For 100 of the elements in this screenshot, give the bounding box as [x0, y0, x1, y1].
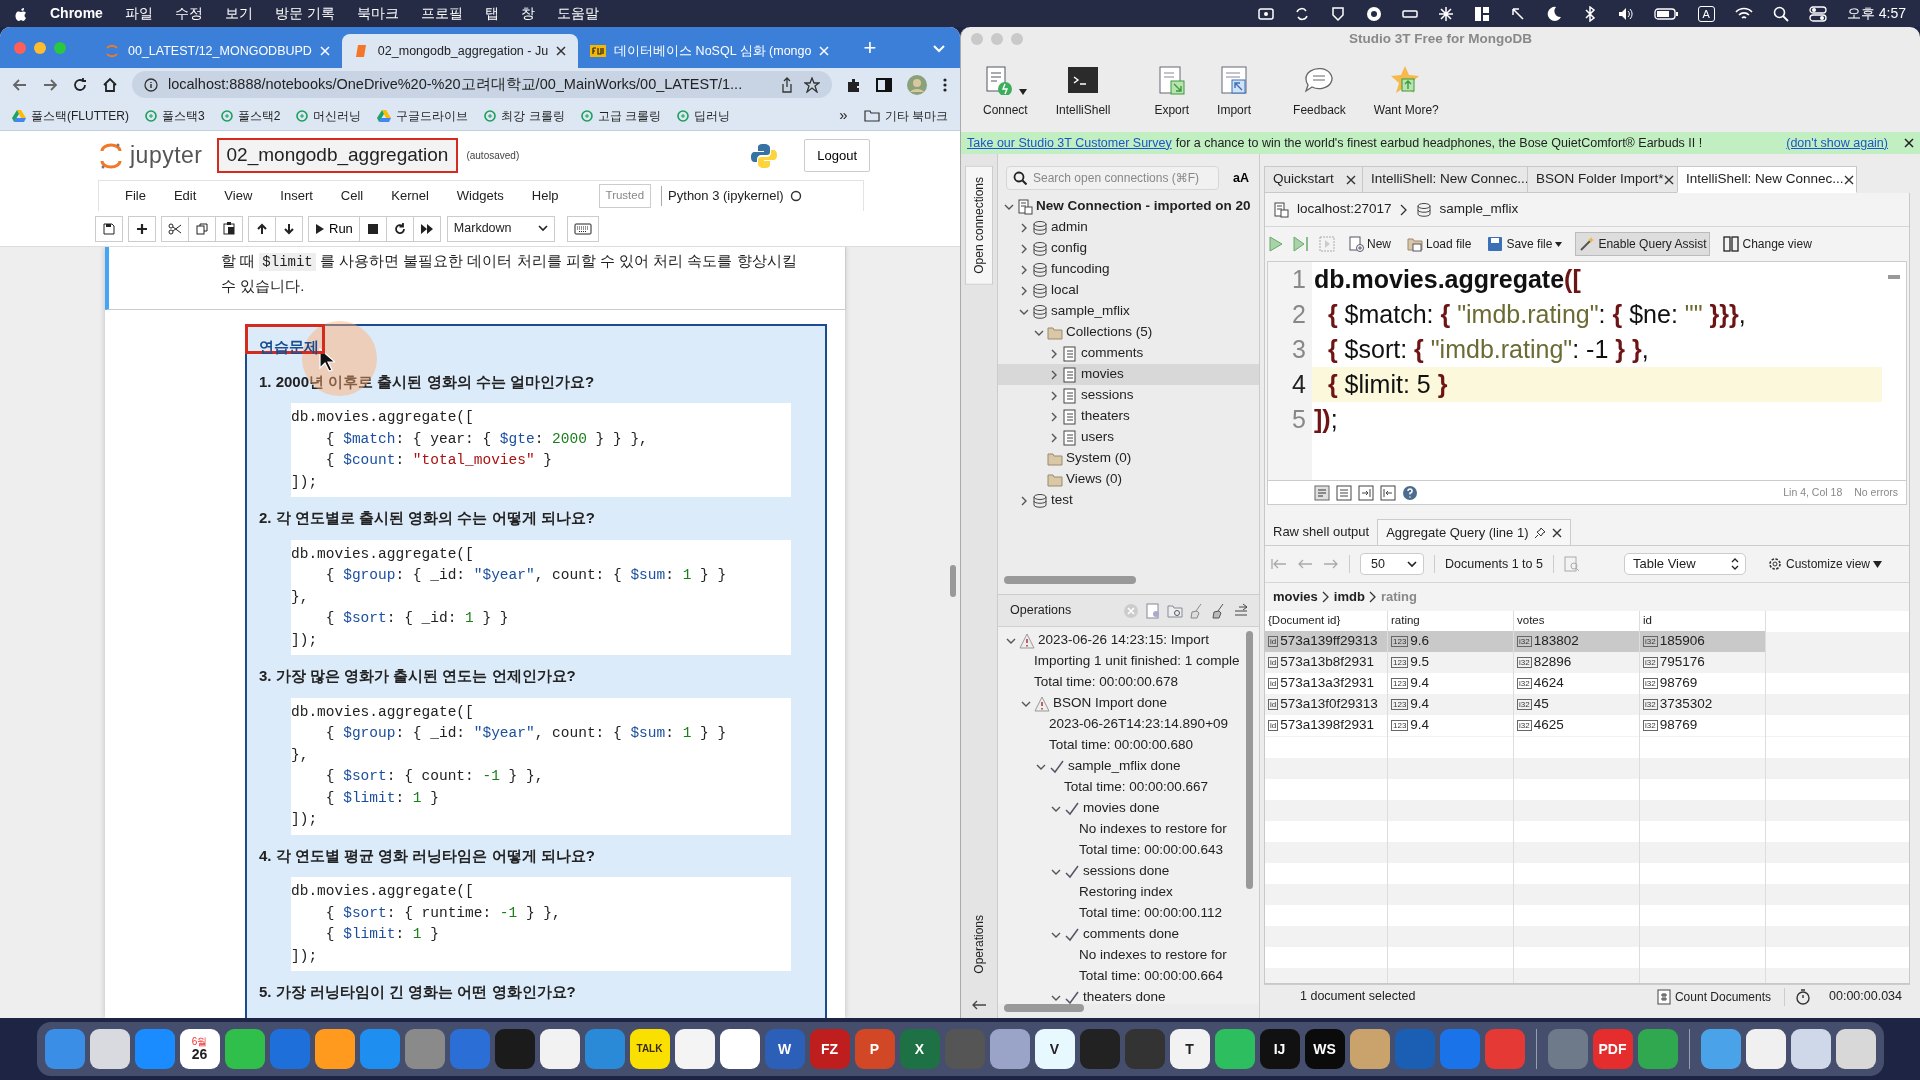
chevron-right-icon[interactable]	[1019, 495, 1029, 506]
menu-item[interactable]: Edit	[159, 186, 211, 206]
battery-icon[interactable]	[1653, 6, 1678, 21]
result-tab[interactable]: Aggregate Query (line 1)	[1377, 519, 1572, 545]
editor-tab[interactable]: BSON Folder Import*	[1527, 166, 1677, 193]
search-icon[interactable]	[1772, 5, 1789, 22]
tree-item[interactable]: test	[998, 490, 1259, 511]
editor-tab[interactable]: IntelliShell: New Connec...	[1362, 166, 1527, 193]
app-icon[interactable]	[674, 1029, 715, 1069]
toolbar-button[interactable]: Load file	[1404, 233, 1475, 255]
tree-item[interactable]: local	[998, 280, 1259, 301]
side-panel-icon[interactable]	[876, 76, 892, 93]
menu-item[interactable]: 파일	[124, 3, 153, 24]
menu-item[interactable]: 창	[520, 3, 535, 24]
apple-icon[interactable]	[14, 5, 28, 22]
breadcrumb-item[interactable]: sample_mflix	[1439, 199, 1519, 220]
app-icon[interactable]: WS	[1304, 1029, 1345, 1069]
tree-item[interactable]: users	[998, 427, 1259, 448]
menu-item[interactable]: 프로필	[420, 3, 463, 24]
sync-icon[interactable]	[1293, 5, 1310, 22]
logout-button[interactable]: Logout	[804, 138, 870, 173]
shield-icon[interactable]	[1329, 5, 1346, 22]
breadcrumb-item[interactable]: localhost:27017	[1297, 199, 1392, 220]
operation-item[interactable]: movies done	[998, 798, 1244, 819]
tree-item[interactable]: sessions	[998, 385, 1259, 406]
editor-tab[interactable]: IntelliShell: New Connec...	[1677, 166, 1857, 193]
editor-tab[interactable]: Quickstart	[1264, 166, 1362, 193]
toolbar-button[interactable]: Save file	[1484, 233, 1566, 255]
chevron-down-icon[interactable]	[932, 44, 946, 54]
table-row[interactable]: id 573a13b8f2931 123 9.5 i32 82896 i32 795176	[1265, 652, 1909, 673]
star-icon[interactable]	[804, 76, 820, 93]
browser-tab[interactable]: 02_mongodb_aggregation - Ju	[341, 34, 579, 68]
move-down-button[interactable]	[275, 215, 303, 242]
add-cell-button[interactable]	[128, 215, 156, 242]
browser-tab[interactable]: 데이터베이스 NoSQL 심화 (mongo	[578, 34, 842, 68]
indent-icon[interactable]	[1358, 484, 1374, 501]
toolbar-button[interactable]: New	[1345, 233, 1394, 255]
app-icon[interactable]	[314, 1029, 355, 1069]
snowflake-icon[interactable]	[1437, 5, 1454, 22]
wifi-icon[interactable]	[1734, 6, 1753, 21]
tree-item[interactable]: config	[998, 238, 1259, 259]
bookmark[interactable]: 최강 크롤링	[484, 106, 565, 125]
view-select[interactable]: Table View	[1623, 553, 1746, 575]
operation-item[interactable]: 2023-06-26 14:23:15: Import	[998, 630, 1244, 651]
stop-button[interactable]	[358, 215, 387, 242]
toolbar-button[interactable]: Enable Query Assist	[1575, 232, 1711, 256]
scrollbar-thumb[interactable]	[1004, 576, 1136, 584]
app-menu[interactable]: Chrome	[50, 3, 103, 24]
app-icon[interactable]: 6월 26	[179, 1029, 220, 1069]
chevron-right-icon[interactable]	[1049, 348, 1059, 359]
menu-item[interactable]: Help	[517, 186, 573, 206]
bookmark[interactable]: 딥러닝	[677, 106, 731, 125]
operation-item[interactable]: sessions done	[998, 861, 1244, 882]
tree-item[interactable]: comments	[998, 343, 1259, 364]
app-icon[interactable]	[1349, 1029, 1390, 1069]
back-icon[interactable]	[12, 76, 28, 93]
app-icon[interactable]	[1790, 1029, 1831, 1069]
bookmark[interactable]: 구글드라이브	[377, 106, 469, 125]
page-size-select[interactable]: 50	[1360, 553, 1424, 575]
menu-item[interactable]: Cell	[326, 186, 378, 206]
cut-button[interactable]	[161, 215, 189, 242]
app-icon[interactable]	[224, 1029, 265, 1069]
app-icon[interactable]	[89, 1029, 130, 1069]
table-row[interactable]: id 573a139ff29313 123 9.6 i32 183802 i32 185906	[1265, 631, 1909, 652]
close-icon[interactable]	[1843, 174, 1854, 185]
collapse-arrow-icon[interactable]	[971, 1000, 987, 1010]
keyboard-button[interactable]	[566, 215, 599, 242]
app-icon[interactable]	[539, 1029, 580, 1069]
bookmark[interactable]: 풀스택(FLUTTER)	[12, 106, 129, 125]
tree-item[interactable]: funcoding	[998, 259, 1259, 280]
bookmark-folder[interactable]: 기타 북마크	[863, 106, 948, 125]
operation-item[interactable]: BSON Import done	[998, 693, 1244, 714]
chevron-right-icon[interactable]	[1049, 432, 1059, 443]
bookmark[interactable]: 고급 크롤링	[580, 106, 662, 125]
app-icon[interactable]: P	[854, 1029, 895, 1069]
count-documents-button[interactable]: Count Documents	[1653, 985, 1774, 1008]
app-icon[interactable]: V	[1034, 1029, 1075, 1069]
chevron-right-icon[interactable]	[1049, 369, 1059, 380]
tree-item[interactable]: Collections (5)	[998, 322, 1259, 343]
operation-item[interactable]: theaters done	[998, 987, 1244, 1004]
side-tab[interactable]: Open connections	[965, 166, 993, 285]
chevron-right-icon[interactable]	[1019, 264, 1029, 275]
menu-item[interactable]: 탭	[484, 3, 499, 24]
input-indicator[interactable]: A	[1697, 5, 1715, 22]
toolbar-button[interactable]: Want More?	[1359, 64, 1453, 119]
app-icon[interactable]	[1745, 1029, 1786, 1069]
paste-button[interactable]	[215, 215, 243, 242]
bookmark[interactable]: 풀스택2	[220, 106, 281, 125]
fast-forward-button[interactable]	[412, 215, 441, 242]
trusted-indicator[interactable]: Trusted	[598, 184, 652, 208]
app-icon[interactable]: X	[899, 1029, 940, 1069]
menu-item[interactable]: View	[210, 186, 267, 206]
app-icon[interactable]: W	[764, 1029, 805, 1069]
app-icon[interactable]	[1214, 1029, 1255, 1069]
chevron-right-icon[interactable]	[1049, 411, 1059, 422]
forward-icon[interactable]	[42, 76, 58, 93]
chevron-right-icon[interactable]	[1019, 285, 1029, 296]
restart-button[interactable]	[385, 215, 414, 242]
app-icon[interactable]: T	[1169, 1029, 1210, 1069]
side-tab[interactable]: Operations	[966, 905, 992, 984]
